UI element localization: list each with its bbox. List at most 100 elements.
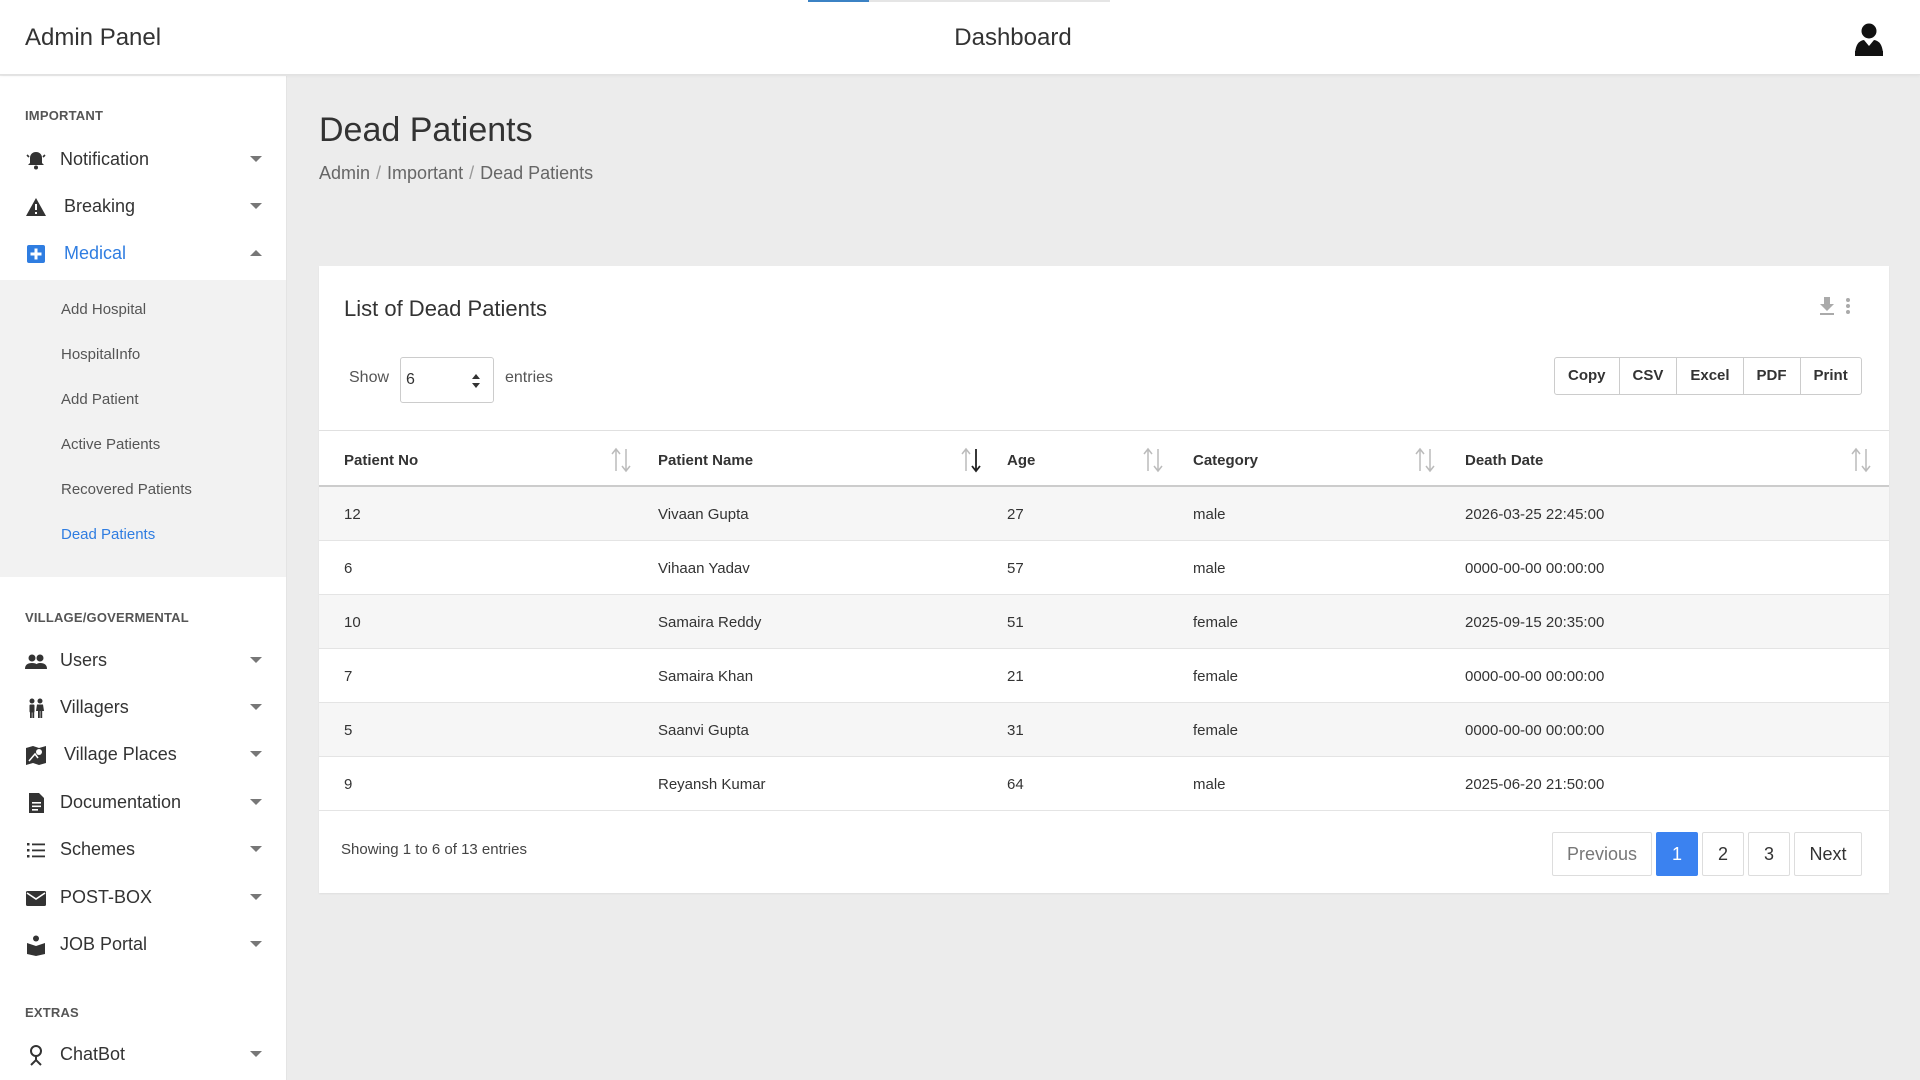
users-icon: [25, 650, 47, 672]
show-label: Show: [349, 369, 390, 386]
cell-age: 31: [1007, 722, 1024, 739]
pdf-button[interactable]: PDF: [1744, 358, 1801, 394]
top-header: Admin Panel Dashboard: [0, 0, 1920, 75]
map-place-icon: [25, 744, 47, 766]
submenu-item-recovered-patients[interactable]: Recovered Patients: [61, 481, 192, 498]
sidebar-item-label: Documentation: [60, 792, 182, 812]
cell-death-date: 2026-03-25 22:45:00: [1465, 506, 1605, 523]
sidebar-item-users[interactable]: Users: [0, 640, 286, 680]
cell-category: male: [1193, 560, 1226, 577]
sidebar-item-medical[interactable]: Medical: [0, 233, 286, 273]
chevron-down-icon: [250, 941, 262, 947]
sidebar-item-notification[interactable]: Notification: [0, 139, 286, 179]
pagination-next-button[interactable]: Next: [1794, 832, 1862, 876]
entries-per-page-value: 6: [406, 371, 415, 388]
column-header-category[interactable]: Category: [1193, 452, 1258, 469]
sort-icon[interactable]: [609, 447, 633, 473]
cell-death-date: 0000-00-00 00:00:00: [1465, 668, 1605, 685]
warning-icon: [25, 196, 47, 218]
print-button[interactable]: Print: [1801, 358, 1861, 394]
sort-icon[interactable]: [1849, 447, 1873, 473]
chevron-down-icon: [250, 1051, 262, 1057]
pagination-page-1[interactable]: 1: [1656, 832, 1698, 876]
cell-age: 21: [1007, 668, 1024, 685]
breadcrumb-item-admin[interactable]: Admin: [319, 163, 370, 183]
sidebar-item-schemes[interactable]: Schemes: [0, 829, 286, 869]
chevron-down-icon: [250, 156, 262, 162]
sidebar-item-label: Villagers: [60, 697, 129, 717]
mail-icon: [25, 887, 47, 909]
breadcrumb-item-important[interactable]: Important: [387, 163, 463, 183]
table-row[interactable]: 12 Vivaan Gupta 27 male 2026-03-25 22:45…: [319, 487, 1889, 541]
cell-patient-name: Samaira Khan: [658, 668, 754, 685]
cell-patient-no: 10: [344, 614, 361, 631]
cell-patient-no: 7: [344, 668, 353, 685]
select-arrows-icon: [471, 373, 481, 389]
csv-button[interactable]: CSV: [1620, 358, 1678, 394]
sidebar-item-post-box[interactable]: POST-BOX: [0, 877, 286, 917]
table-row[interactable]: 9 Reyansh Kumar 64 male 2025-06-20 21:50…: [319, 757, 1889, 811]
submenu-item-hospital-info[interactable]: HospitalInfo: [61, 346, 140, 363]
column-header-patient-no[interactable]: Patient No: [344, 452, 418, 469]
submenu-item-active-patients[interactable]: Active Patients: [61, 436, 160, 453]
breadcrumb-separator: /: [469, 163, 475, 183]
cell-age: 57: [1007, 560, 1024, 577]
sidebar-item-label: Schemes: [60, 839, 136, 859]
cell-death-date: 0000-00-00 00:00:00: [1465, 722, 1605, 739]
cell-category: female: [1193, 722, 1239, 739]
chevron-down-icon: [250, 704, 262, 710]
sidebar-item-documentation[interactable]: Documentation: [0, 782, 286, 822]
column-header-death-date[interactable]: Death Date: [1465, 452, 1543, 469]
sidebar-item-label: Medical: [64, 243, 127, 263]
medical-cross-icon: [25, 243, 47, 265]
more-vertical-icon[interactable]: [1843, 294, 1853, 318]
list-icon: [25, 839, 47, 861]
table-row[interactable]: 5 Saanvi Gupta 31 female 0000-00-00 00:0…: [319, 703, 1889, 757]
sort-desc-icon[interactable]: [959, 447, 983, 473]
cell-category: female: [1193, 614, 1239, 631]
page-header-title: Dashboard: [954, 24, 1072, 51]
sidebar-item-villagers[interactable]: Villagers: [0, 687, 286, 727]
sort-icon[interactable]: [1141, 447, 1165, 473]
pagination-previous-button[interactable]: Previous: [1552, 832, 1652, 876]
sidebar-item-breaking[interactable]: Breaking: [0, 186, 286, 226]
chevron-down-icon: [250, 846, 262, 852]
column-header-patient-name[interactable]: Patient Name: [658, 452, 753, 469]
patients-table: Patient No Patient Name Age Category Dea…: [319, 430, 1889, 811]
download-icon[interactable]: [1817, 294, 1837, 318]
top-tab-indicator: [808, 0, 1110, 2]
sort-icon[interactable]: [1413, 447, 1437, 473]
submenu-item-add-hospital[interactable]: Add Hospital: [61, 301, 146, 318]
cell-patient-name: Reyansh Kumar: [658, 776, 766, 793]
section-title-extras: EXTRAS: [25, 1005, 79, 1020]
section-title-important: IMPORTANT: [25, 108, 104, 123]
sidebar-item-village-places[interactable]: Village Places: [0, 734, 286, 774]
cell-patient-no: 9: [344, 776, 353, 793]
table-header-row: Patient No Patient Name Age Category Dea…: [319, 430, 1889, 487]
breadcrumb: Admin / Important / Dead Patients: [319, 163, 593, 184]
entries-label: entries: [505, 369, 554, 386]
sidebar-item-label: POST-BOX: [60, 887, 153, 907]
cell-patient-no: 12: [344, 506, 361, 523]
excel-button[interactable]: Excel: [1677, 358, 1744, 394]
table-info: Showing 1 to 6 of 13 entries: [341, 841, 527, 858]
entries-per-page-select[interactable]: 6: [400, 357, 494, 403]
table-row[interactable]: 6 Vihaan Yadav 57 male 0000-00-00 00:00:…: [319, 541, 1889, 595]
submenu-item-dead-patients[interactable]: Dead Patients: [61, 526, 155, 543]
pagination: Previous 1 2 3 Next: [1552, 832, 1862, 876]
user-avatar-icon[interactable]: [1850, 20, 1888, 58]
submenu-item-add-patient[interactable]: Add Patient: [61, 391, 139, 408]
pagination-page-3[interactable]: 3: [1748, 832, 1790, 876]
table-row[interactable]: 7 Samaira Khan 21 female 0000-00-00 00:0…: [319, 649, 1889, 703]
column-header-age[interactable]: Age: [1007, 452, 1035, 469]
cell-patient-name: Vivaan Gupta: [658, 506, 749, 523]
page-title: Dead Patients: [319, 111, 533, 149]
pagination-page-2[interactable]: 2: [1702, 832, 1744, 876]
table-row[interactable]: 10 Samaira Reddy 51 female 2025-09-15 20…: [319, 595, 1889, 649]
sidebar-item-job-portal[interactable]: JOB Portal: [0, 924, 286, 964]
chevron-up-icon: [250, 250, 262, 256]
medical-submenu: Add Hospital HospitalInfo Add Patient Ac…: [0, 280, 286, 577]
copy-button[interactable]: Copy: [1555, 358, 1620, 394]
sidebar-item-label: ChatBot: [60, 1044, 126, 1064]
sidebar-item-chatbot[interactable]: ChatBot: [0, 1034, 286, 1074]
